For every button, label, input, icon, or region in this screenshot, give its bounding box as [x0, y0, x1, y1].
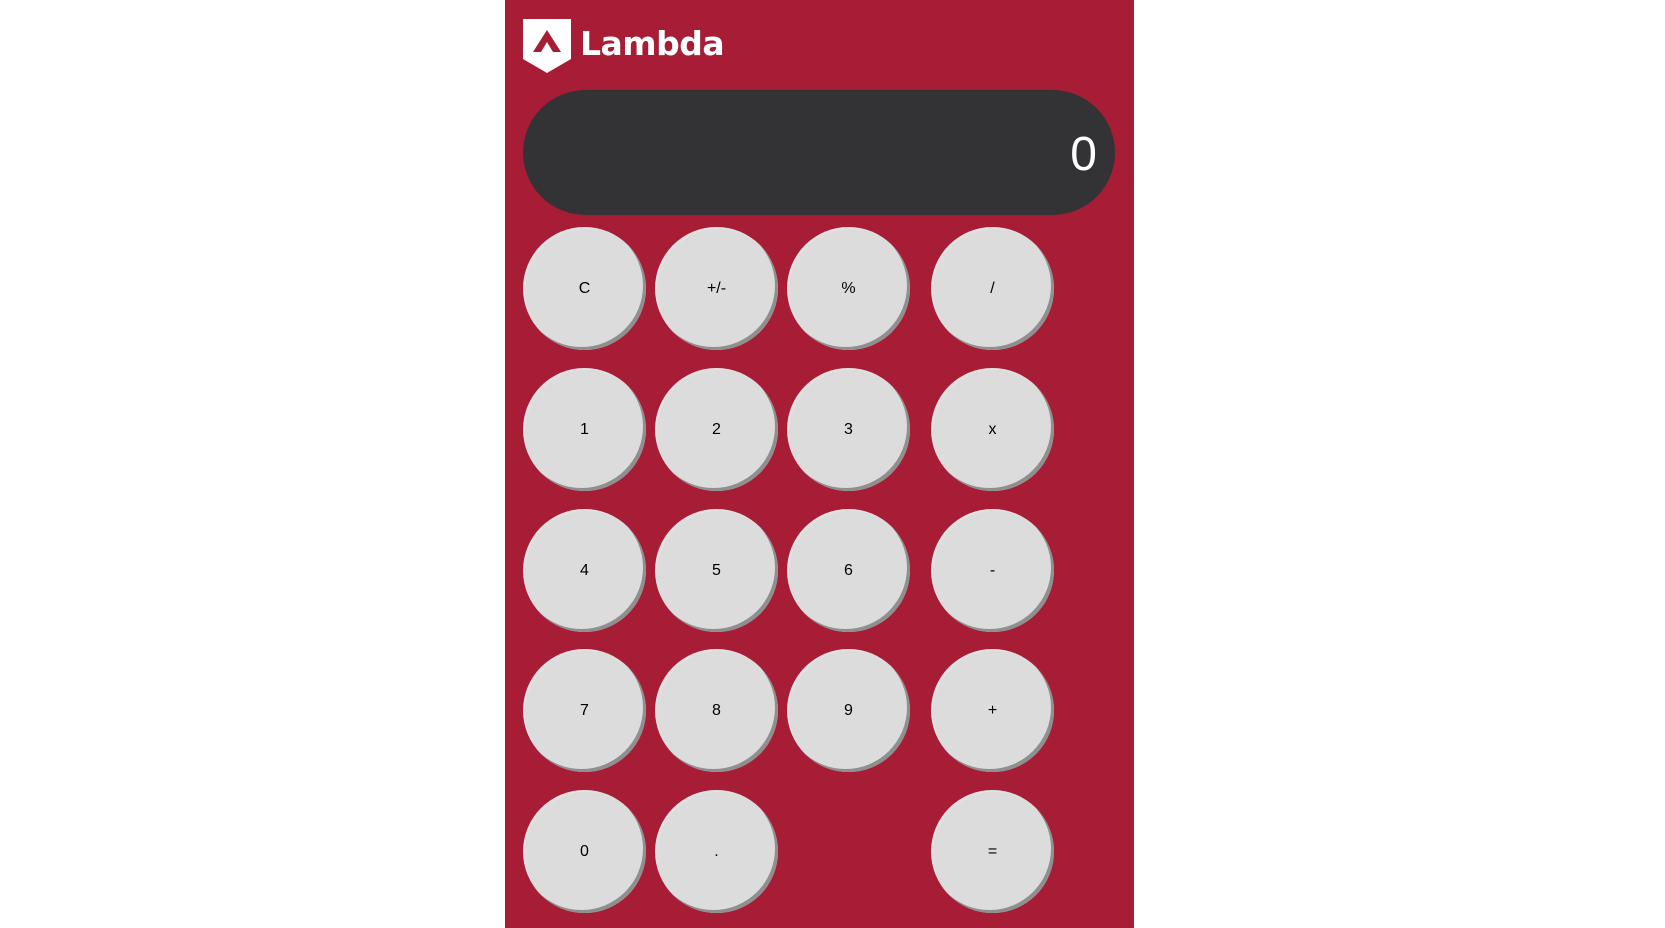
add-button[interactable]: + — [931, 649, 1054, 772]
digit-5-button[interactable]: 5 — [655, 509, 778, 632]
calculator-app: Lambda 0 C +/- % / 1 2 3 x 4 5 6 - 7 8 9… — [505, 0, 1134, 928]
digit-2-button[interactable]: 2 — [655, 368, 778, 491]
digit-1-button[interactable]: 1 — [523, 368, 646, 491]
digit-0-button[interactable]: 0 — [523, 790, 646, 913]
digit-4-button[interactable]: 4 — [523, 509, 646, 632]
subtract-button[interactable]: - — [931, 509, 1054, 632]
divide-button[interactable]: / — [931, 227, 1054, 350]
digit-6-button[interactable]: 6 — [787, 509, 910, 632]
clear-button[interactable]: C — [523, 227, 646, 350]
multiply-button[interactable]: x — [931, 368, 1054, 491]
decimal-button[interactable]: . — [655, 790, 778, 913]
keypad: C +/- % / 1 2 3 x 4 5 6 - 7 8 9 + 0 . = — [505, 0, 1134, 928]
negate-button[interactable]: +/- — [655, 227, 778, 350]
digit-8-button[interactable]: 8 — [655, 649, 778, 772]
digit-9-button[interactable]: 9 — [787, 649, 910, 772]
digit-7-button[interactable]: 7 — [523, 649, 646, 772]
percent-button[interactable]: % — [787, 227, 910, 350]
equals-button[interactable]: = — [931, 790, 1054, 913]
digit-3-button[interactable]: 3 — [787, 368, 910, 491]
